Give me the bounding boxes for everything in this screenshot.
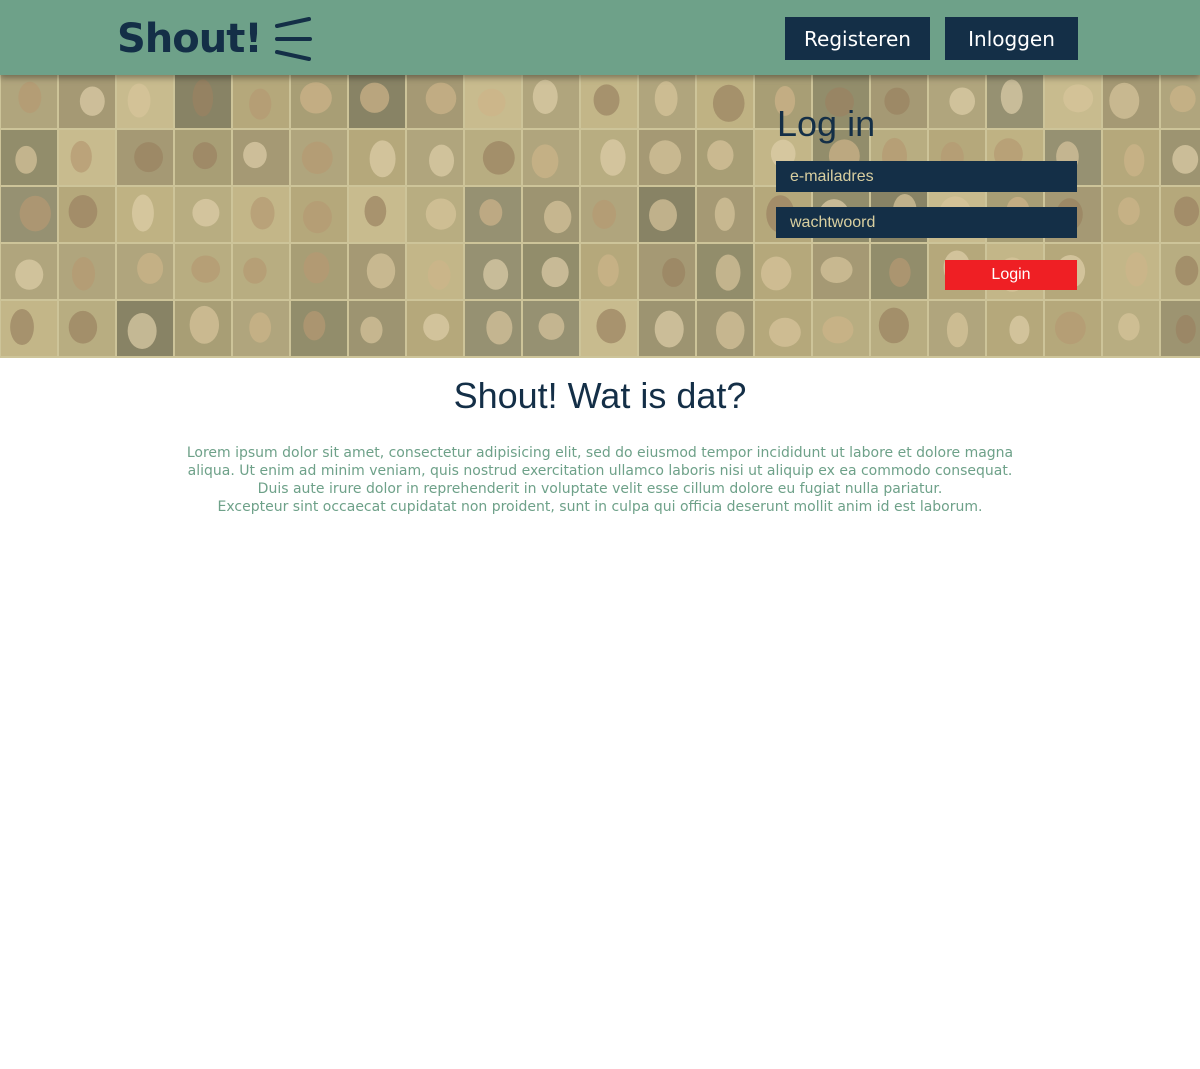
top-navigation-bar: Shout! Registeren Inloggen (0, 0, 1200, 75)
login-title: Log in (777, 103, 876, 144)
about-heading: Shout! Wat is dat? (453, 375, 747, 416)
about-line: Duis aute irure dolor in reprehenderit i… (257, 481, 943, 497)
shout-lines-icon (274, 17, 312, 61)
logo-text: Shout! (117, 16, 263, 62)
login-nav-button[interactable]: Inloggen (945, 17, 1078, 60)
password-field[interactable] (776, 207, 1077, 238)
login-submit-button[interactable]: Login (945, 260, 1077, 290)
about-paragraph: Lorem ipsum dolor sit amet, consectetur … (100, 444, 1100, 516)
register-button[interactable]: Registeren (785, 17, 930, 60)
email-field[interactable] (776, 161, 1077, 192)
about-line: Lorem ipsum dolor sit amet, consectetur … (186, 445, 1014, 461)
shout-logo[interactable]: Shout! (117, 14, 314, 64)
hero-photo-banner: Log in Login (0, 75, 1200, 358)
about-line: aliqua. Ut enim ad minim veniam, quis no… (187, 463, 1013, 479)
about-line: Excepteur sint occaecat cupidatat non pr… (217, 499, 983, 515)
